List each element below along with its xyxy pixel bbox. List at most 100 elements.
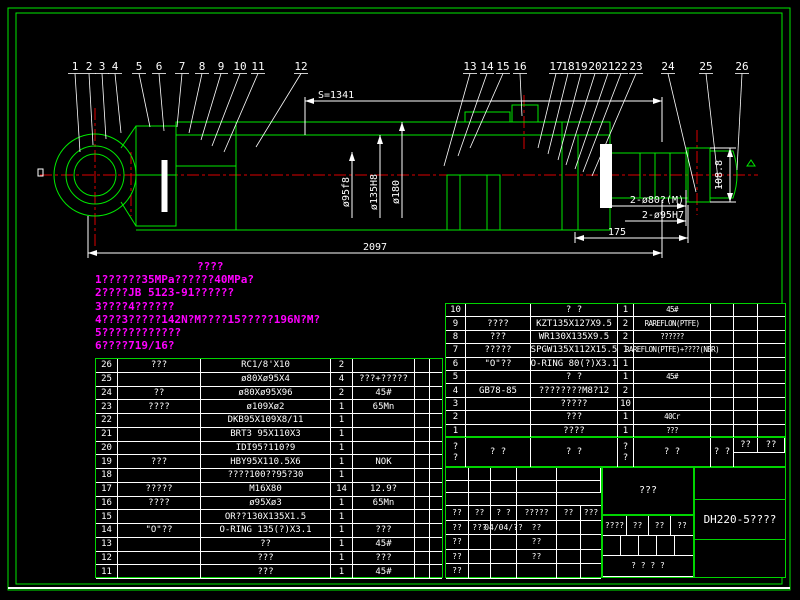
cap-and-gland bbox=[136, 122, 236, 226]
bom-row: 6 "O"?? O-RING 80(?)X3.1 1 bbox=[446, 358, 785, 371]
bom-cell-weight1 bbox=[711, 331, 734, 344]
header-name: ? ? bbox=[531, 438, 618, 468]
bom-row: 21 BRT3 95X110X3 1 bbox=[96, 428, 442, 442]
bom-cell-code: ??? bbox=[118, 455, 201, 469]
bom-cell-material bbox=[353, 428, 415, 442]
bom-cell-material bbox=[634, 384, 711, 397]
bom-cell-material bbox=[353, 469, 415, 483]
bom-cell-code: "O"?? bbox=[466, 358, 531, 371]
bom-cell-weight2 bbox=[734, 398, 758, 411]
bom-cell-code: ???? bbox=[118, 497, 201, 511]
callout-number: 11 bbox=[251, 60, 264, 73]
bom-cell-weight2 bbox=[430, 442, 442, 456]
bom-cell-no: 2 bbox=[446, 411, 466, 424]
bom-cell-weight1 bbox=[711, 344, 734, 357]
sig-cell-date bbox=[491, 535, 517, 550]
callout-number: 24 bbox=[661, 60, 675, 73]
sig-cell: ?? bbox=[446, 564, 469, 579]
bom-cell-weight2 bbox=[430, 359, 442, 373]
bom-cell-no: 12 bbox=[96, 552, 118, 566]
sig-cell bbox=[581, 535, 601, 550]
rear-clevis-eye bbox=[38, 126, 136, 226]
bom-cell-no: 20 bbox=[96, 442, 118, 456]
bom-cell-name: IDI95?110?9 bbox=[201, 442, 331, 456]
bom-cell-weight1 bbox=[711, 304, 734, 317]
cad-screenshot: { "colors":{"line":"#00e800","table_bord… bbox=[0, 0, 800, 600]
bom-cell-weight2 bbox=[430, 400, 442, 414]
bom-cell-name: ø95Xø3 bbox=[201, 497, 331, 511]
bom-cell-name: ?? bbox=[201, 538, 331, 552]
stage-cell: ?? bbox=[649, 516, 671, 536]
bom-cell-remark bbox=[758, 304, 785, 317]
bom-cell-weight1 bbox=[415, 524, 430, 538]
bom-cell-material: ???+????? bbox=[353, 373, 415, 387]
bom-cell-qty: 2 bbox=[618, 317, 634, 330]
bom-row: 17 ????? M16X80 14 12.9? bbox=[96, 483, 442, 497]
bom-row: 8 ??? WR130X135X9.5 2 ?????? bbox=[446, 331, 785, 344]
finish-symbol bbox=[747, 160, 755, 166]
bom-row: 23 ???? ø109Xø2 1 65Mn bbox=[96, 400, 442, 414]
bom-cell-name: DKB95X109X8/11 bbox=[201, 414, 331, 428]
bom-cell-name: M16X80 bbox=[201, 483, 331, 497]
bom-cell-material: 45# bbox=[353, 565, 415, 579]
bom-cell-qty: 2 bbox=[331, 359, 353, 373]
bom-row: 24 ?? ø80Xø95X96 2 45# bbox=[96, 387, 442, 401]
technical-notes: ???? 1??????35MPa??????40MPa?2????JB 512… bbox=[95, 260, 395, 352]
sig-cell-date bbox=[491, 550, 517, 565]
bom-row: 5 ? ? 1 45# bbox=[446, 371, 785, 384]
bom-cell-no: 24 bbox=[96, 387, 118, 401]
bom-cell-no: 3 bbox=[446, 398, 466, 411]
bom-cell-code bbox=[466, 398, 531, 411]
bom-cell-weight2 bbox=[430, 428, 442, 442]
bom-cell-material bbox=[353, 510, 415, 524]
revision-header-row: ????? ??????????? bbox=[446, 506, 601, 521]
bom-cell-no: 10 bbox=[446, 304, 466, 317]
callout-number: 15 bbox=[496, 60, 509, 73]
bom-row: 15 OR??130X135X1.5 1 bbox=[96, 510, 442, 524]
bom-cell-code bbox=[118, 414, 201, 428]
dim-s-length: S=1341 bbox=[318, 90, 354, 101]
bom-row: 3 ????? 10 bbox=[446, 398, 785, 411]
sheet-row: ? ? ? ? bbox=[603, 556, 693, 577]
bom-cell-weight2 bbox=[430, 373, 442, 387]
bom-cell-weight1 bbox=[415, 414, 430, 428]
revision-header-cell: ?? bbox=[469, 506, 491, 521]
bom-cell-weight1 bbox=[711, 425, 734, 438]
callout-number: 7 bbox=[179, 60, 186, 73]
bom-cell-qty: 1 bbox=[331, 497, 353, 511]
bom-cell-no: 4 bbox=[446, 384, 466, 397]
bom-cell-name: ? ? bbox=[531, 304, 618, 317]
bom-cell-remark bbox=[758, 358, 785, 371]
bom-cell-weight2 bbox=[430, 524, 442, 538]
callout-number: 5 bbox=[136, 60, 143, 73]
bom-cell-material: ??? bbox=[353, 552, 415, 566]
leader-line bbox=[458, 74, 487, 157]
drawing-number: DH220-5???? bbox=[695, 500, 785, 539]
bom-row: 13 ?? 1 45# bbox=[96, 538, 442, 552]
bom-cell-qty: 1 bbox=[331, 414, 353, 428]
bom-cell-code bbox=[466, 411, 531, 424]
stage-block: ?????????? ? ? ? ? bbox=[602, 515, 694, 578]
sig-cell: ?? bbox=[446, 521, 469, 536]
leader-line bbox=[75, 74, 80, 153]
leader-line bbox=[520, 74, 522, 117]
callout-number: 10 bbox=[233, 60, 246, 73]
dim-bore-dia: ø135H8 bbox=[369, 174, 380, 210]
header-weight-a: ?? bbox=[734, 438, 758, 453]
bom-cell-remark bbox=[758, 331, 785, 344]
bom-cell-material bbox=[634, 358, 711, 371]
bom-cell-qty: 1 bbox=[331, 552, 353, 566]
callout-number: 8 bbox=[199, 60, 206, 73]
bom-cell-name: ??? bbox=[531, 411, 618, 424]
sig-cell bbox=[557, 521, 581, 536]
bom-cell-code: GB78-85 bbox=[466, 384, 531, 397]
leader-line bbox=[706, 74, 719, 189]
leader-line bbox=[115, 74, 121, 134]
bom-cell-material: RAREFLON(PTFE) bbox=[634, 317, 711, 330]
bom-cell-no: 11 bbox=[96, 565, 118, 579]
bom-cell-remark bbox=[758, 411, 785, 424]
bom-table-right: 10 ? ? 1 45# 9 ???? KZT135X127X9.5 2 RAR… bbox=[445, 303, 786, 437]
header-qty: ? ? bbox=[618, 438, 634, 468]
bom-row: 2 ??? 1 40Cr bbox=[446, 411, 785, 424]
bom-cell-name: ????????M8?12 bbox=[531, 384, 618, 397]
